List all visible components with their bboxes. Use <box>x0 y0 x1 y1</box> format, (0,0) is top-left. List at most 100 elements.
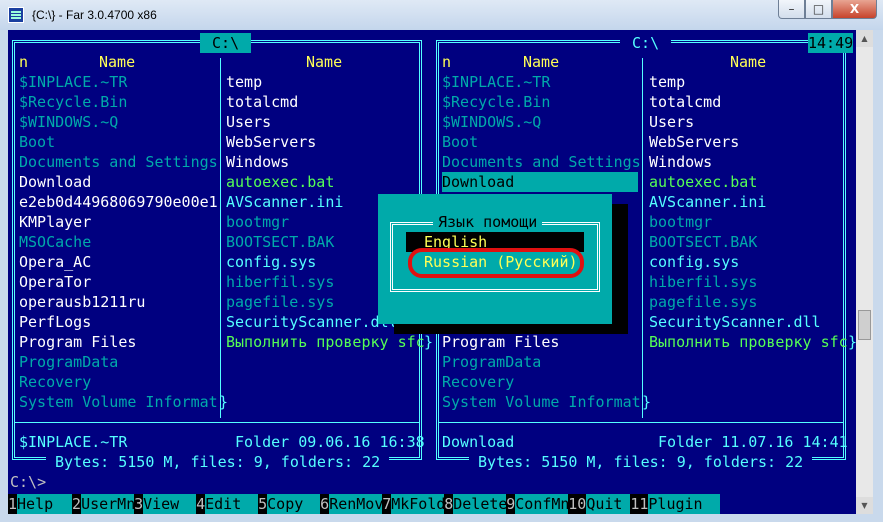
file-entry[interactable]: Program Files <box>19 332 136 352</box>
console-scrollbar[interactable]: ▲ ▼ <box>856 30 873 514</box>
fkey-label: MkFold <box>391 494 446 514</box>
scrollbar-thumb[interactable] <box>858 310 871 340</box>
command-prompt[interactable]: C:\> <box>10 472 46 492</box>
right-panel-path[interactable]: C:\ <box>620 33 672 53</box>
file-entry[interactable]: temp <box>649 72 685 92</box>
file-entry[interactable]: $WINDOWS.~Q <box>19 112 118 132</box>
fkey-label: Help <box>17 494 73 514</box>
right-panel-col2-header[interactable]: Name <box>523 52 559 72</box>
file-entry[interactable]: totalcmd <box>226 92 298 112</box>
fkey-copy[interactable]: 5 Copy <box>258 494 321 514</box>
file-entry[interactable]: operausb1211ru <box>19 292 145 312</box>
file-entry[interactable]: bootmgr <box>649 212 712 232</box>
close-button[interactable]: X <box>832 0 877 19</box>
file-entry[interactable]: $Recycle.Bin <box>19 92 127 112</box>
file-entry[interactable]: Users <box>226 112 271 132</box>
console-area[interactable]: C:\ n Name Name $INPLACE.~TR $Recycle.Bin… <box>8 30 856 514</box>
file-entry[interactable]: $INPLACE.~TR <box>442 72 550 92</box>
file-entry[interactable]: SecurityScanner.dll <box>649 312 821 332</box>
minimize-button[interactable]: – <box>778 0 805 19</box>
file-entry[interactable]: Windows <box>649 152 712 172</box>
right-panel-col1-header[interactable]: n <box>442 52 451 72</box>
file-entry[interactable]: BOOTSECT.BAK <box>649 232 757 252</box>
right-panel-status-name: Download <box>442 433 515 451</box>
right-panel-col3-header[interactable]: Name <box>730 52 766 72</box>
file-entry[interactable]: SecurityScanner.dll <box>226 312 398 332</box>
fkey-number: 5 <box>258 494 268 514</box>
file-entry[interactable]: $WINDOWS.~Q <box>442 112 541 132</box>
file-entry[interactable]: Opera_AC <box>19 252 91 272</box>
file-entry[interactable]: hiberfil.sys <box>649 272 757 292</box>
file-entry[interactable]: ProgramData <box>442 352 541 372</box>
file-entry[interactable]: ProgramData <box>19 352 118 372</box>
file-entry[interactable]: PerfLogs <box>19 312 91 332</box>
file-entry[interactable]: KMPlayer <box>19 212 91 232</box>
fkey-edit[interactable]: 4 Edit <box>196 494 259 514</box>
left-panel-path[interactable]: C:\ <box>200 33 252 53</box>
file-entry[interactable]: BOOTSECT.BAK <box>226 232 334 252</box>
fkey-usermn[interactable]: 2 UserMn <box>72 494 135 514</box>
file-entry[interactable]: autoexec.bat <box>649 172 757 192</box>
left-panel-col1-header[interactable]: n <box>19 52 28 72</box>
fkey-mkfold[interactable]: 7 MkFold <box>382 494 446 514</box>
file-entry[interactable]: Выполнить проверку sfc <box>649 332 848 352</box>
file-entry[interactable]: Download <box>19 172 91 192</box>
window-titlebar[interactable]: {C:\} - Far 3.0.4700 x86 – □ X <box>0 0 883 30</box>
dialog-title: Язык помощи <box>433 212 543 232</box>
file-entry[interactable]: config.sys <box>649 252 739 272</box>
file-entry[interactable]: temp <box>226 72 262 92</box>
left-panel-status-separator <box>15 422 419 423</box>
file-entry[interactable]: OperaTor <box>19 272 91 292</box>
fkey-number: 8 <box>444 494 454 514</box>
file-entry[interactable]: MSOCache <box>19 232 91 252</box>
file-entry[interactable]: pagefile.sys <box>226 292 334 312</box>
file-entry[interactable]: Documents and Settings <box>19 152 218 172</box>
file-entry[interactable]: $Recycle.Bin <box>442 92 550 112</box>
file-entry[interactable]: totalcmd <box>649 92 721 112</box>
file-entry[interactable]: Выполнить проверку sfc <box>226 332 425 352</box>
file-entry[interactable]: autoexec.bat <box>226 172 334 192</box>
file-entry[interactable]: Documents and Settings <box>442 152 641 172</box>
file-entry[interactable]: Recovery <box>442 372 514 392</box>
right-col2-overflow-mark: } <box>848 332 856 352</box>
scroll-down-arrow-icon[interactable]: ▼ <box>856 497 873 514</box>
function-key-bar: 1 Help 2 UserMn 3 View 4 Edit 5 Copy 6 RenMov 7 MkFol… <box>8 494 856 514</box>
file-entry[interactable]: WebServers <box>649 132 739 152</box>
fkey-delete[interactable]: 8 Delete <box>444 494 507 514</box>
file-entry[interactable]: pagefile.sys <box>649 292 757 312</box>
left-panel-col2-header[interactable]: Name <box>99 52 135 72</box>
fkey-renmov[interactable]: 6 RenMov <box>320 494 384 514</box>
file-entry[interactable]: System Volume Informat <box>442 392 641 412</box>
file-entry[interactable]: $INPLACE.~TR <box>19 72 127 92</box>
fkey-number: 3 <box>134 494 144 514</box>
fkey-confmn[interactable]: 9 ConfMn <box>506 494 570 514</box>
file-entry[interactable]: System Volume Informat <box>19 392 218 412</box>
file-entry[interactable]: Program Files <box>442 332 559 352</box>
file-entry[interactable]: Recovery <box>19 372 91 392</box>
file-entry[interactable]: config.sys <box>226 252 316 272</box>
fkey-plugin[interactable]: 11 Plugin <box>630 494 721 514</box>
file-entry[interactable]: Boot <box>442 132 478 152</box>
fkey-quit[interactable]: 10 Quit <box>568 494 631 514</box>
file-entry[interactable]: WebServers <box>226 132 316 152</box>
fkey-label: ConfMn <box>515 494 570 514</box>
file-entry[interactable]: Download <box>442 172 638 192</box>
scroll-up-arrow-icon[interactable]: ▲ <box>856 30 873 47</box>
fkey-number: 11 <box>630 494 649 514</box>
dialog-shadow-bottom <box>394 324 628 334</box>
file-entry[interactable]: Users <box>649 112 694 132</box>
file-entry[interactable]: AVScanner.ini <box>649 192 766 212</box>
fkey-view[interactable]: 3 View <box>134 494 197 514</box>
file-entry[interactable]: Boot <box>19 132 55 152</box>
left-panel-col3-header[interactable]: Name <box>306 52 342 72</box>
file-entry[interactable]: Windows <box>226 152 289 172</box>
file-entry[interactable]: bootmgr <box>226 212 289 232</box>
file-entry[interactable]: hiberfil.sys <box>226 272 334 292</box>
file-entry[interactable]: e2eb0d44968069790e00e1 <box>19 192 218 212</box>
left-panel-column-divider <box>220 58 221 418</box>
file-entry[interactable]: AVScanner.ini <box>226 192 343 212</box>
fkey-help[interactable]: 1 Help <box>8 494 73 514</box>
window-controls: – □ X <box>778 0 877 19</box>
fkey-label: RenMov <box>329 494 384 514</box>
maximize-button[interactable]: □ <box>805 0 832 19</box>
